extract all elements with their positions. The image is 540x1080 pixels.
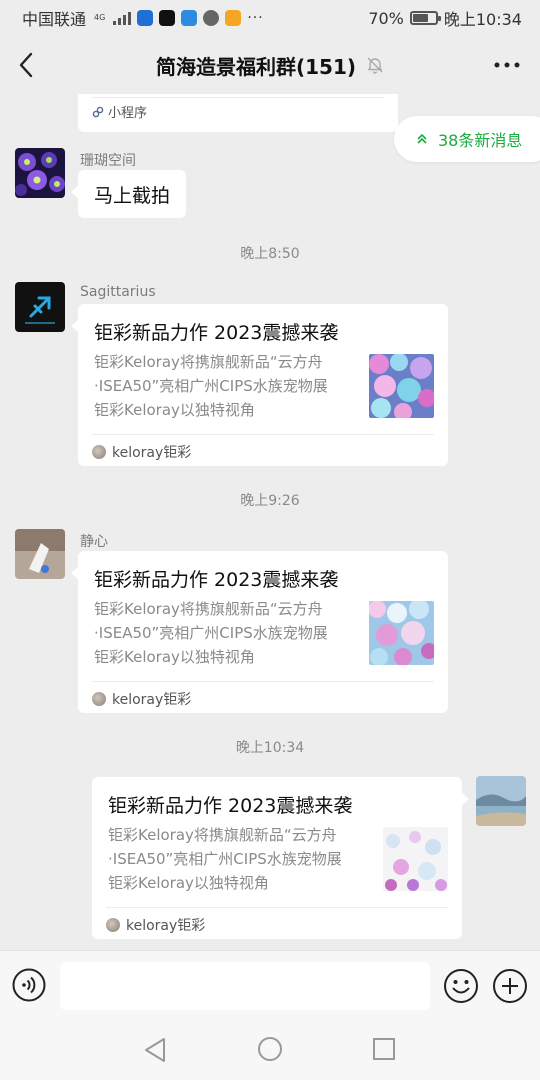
link-card-title: 钜彩新品力作 2023震撼来袭 xyxy=(94,322,339,344)
mini-program-label: 小程序 xyxy=(108,106,148,121)
link-card-description: 钜彩Keloray将携旗舰新品“云方舟 ·ISEA50”亮相广州CIPS水族宠物… xyxy=(108,823,376,895)
my-avatar[interactable] xyxy=(476,776,526,826)
chat-area[interactable]: 小程序 38条新消息 珊瑚空间 马上截拍 晚上8:50 Sagittarius … xyxy=(0,94,540,950)
circle-home-icon xyxy=(258,1037,282,1061)
back-button[interactable] xyxy=(12,50,40,80)
triangle-back-icon xyxy=(145,1038,165,1062)
new-messages-button[interactable]: 38条新消息 xyxy=(394,116,540,162)
status-bar: 中国联通 4G ··· 70% 晚上10:34 xyxy=(0,0,540,36)
card-divider xyxy=(106,907,448,908)
link-card-title: 钜彩新品力作 2023震撼来袭 xyxy=(108,795,353,817)
description-line: ·ISEA50”亮相广州CIPS水族宠物展 xyxy=(94,377,328,395)
bell-muted-icon xyxy=(367,57,383,74)
link-card-source: keloray钜彩 xyxy=(106,915,205,935)
description-line: 钜彩Keloray将携旗舰新品“云方舟 xyxy=(108,826,337,844)
link-card[interactable]: 钜彩新品力作 2023震撼来袭 钜彩Keloray将携旗舰新品“云方舟 ·ISE… xyxy=(71,304,448,466)
message-text: 马上截拍 xyxy=(94,184,171,207)
more-notifications-icon: ··· xyxy=(247,10,264,26)
new-messages-label: 38条新消息 xyxy=(438,131,523,150)
sagittarius-avatar-image xyxy=(15,282,65,332)
title-wrap: 简海造景福利群(151) xyxy=(156,51,384,80)
message-input[interactable] xyxy=(60,962,430,1010)
clock: 晚上10:34 xyxy=(443,10,522,29)
double-chevron-up-icon xyxy=(417,133,427,144)
square-recent-icon xyxy=(373,1038,395,1060)
status-left: 中国联通 4G ··· xyxy=(22,6,264,30)
description-line: 钜彩Keloray将携旗舰新品“云方舟 xyxy=(94,353,323,371)
emoji-button[interactable] xyxy=(443,968,479,1004)
link-card-description: 钜彩Keloray将携旗舰新品“云方舟 ·ISEA50”亮相广州CIPS水族宠物… xyxy=(94,597,362,669)
timestamp: 晚上10:34 xyxy=(235,740,305,756)
avatar[interactable] xyxy=(15,529,65,579)
description-line: 钜彩Keloray以独特视角 xyxy=(94,648,255,666)
timestamp: 晚上8:50 xyxy=(240,246,300,262)
timestamp: 晚上9:26 xyxy=(240,493,300,509)
cloud-app-icon xyxy=(181,10,198,26)
battery-percent: 70% xyxy=(368,8,404,28)
source-name: keloray钜彩 xyxy=(112,445,192,461)
beach-avatar-image xyxy=(476,776,526,826)
globe-app-icon xyxy=(203,10,220,26)
link-card-thumbnail xyxy=(383,827,448,891)
sender-name: 静心 xyxy=(80,534,108,550)
nav-home-button[interactable] xyxy=(257,1036,283,1062)
nav-back-button[interactable] xyxy=(142,1036,168,1064)
mini-program-label-row: 小程序 xyxy=(92,102,147,121)
carrier-label: 中国联通 xyxy=(22,10,87,29)
input-bar xyxy=(0,950,540,1020)
mini-program-card[interactable]: 小程序 xyxy=(78,94,398,132)
taobao-app-icon xyxy=(225,10,242,26)
source-logo-icon xyxy=(106,918,120,932)
more-dots-icon xyxy=(494,62,520,68)
system-nav-bar xyxy=(0,1020,540,1080)
link-card-thumbnail xyxy=(369,354,434,418)
description-line: 钜彩Keloray将携旗舰新品“云方舟 xyxy=(94,600,323,618)
chevron-left-icon xyxy=(19,52,33,78)
shield-app-icon xyxy=(137,10,154,26)
status-right: 70% 晚上10:34 xyxy=(368,6,522,30)
coral-avatar-image xyxy=(15,148,65,198)
card-divider xyxy=(92,681,434,682)
chat-title: 简海造景福利群(151) xyxy=(155,54,357,79)
text-message-bubble[interactable]: 马上截拍 xyxy=(70,170,187,218)
source-logo-icon xyxy=(92,445,106,459)
source-logo-icon xyxy=(92,692,106,706)
signal-icon xyxy=(113,11,132,25)
source-name: keloray钜彩 xyxy=(112,692,192,708)
description-line: 钜彩Keloray以独特视角 xyxy=(94,401,255,419)
card-divider xyxy=(92,97,384,98)
jingxin-avatar-image xyxy=(15,529,65,579)
source-name: keloray钜彩 xyxy=(126,918,206,934)
voice-icon xyxy=(12,968,46,1002)
link-card-source: keloray钜彩 xyxy=(92,689,191,709)
description-line: ·ISEA50”亮相广州CIPS水族宠物展 xyxy=(108,850,342,868)
network-type: 4G xyxy=(94,13,106,22)
chat-header: 简海造景福利群(151) xyxy=(0,36,540,94)
mini-program-icon xyxy=(92,106,104,117)
link-card-thumbnail xyxy=(369,601,434,665)
card-divider xyxy=(92,434,434,435)
avatar[interactable] xyxy=(15,148,65,198)
link-card-title: 钜彩新品力作 2023震撼来袭 xyxy=(94,569,339,591)
sender-name: Sagittarius xyxy=(80,284,156,300)
more-button[interactable] xyxy=(492,54,522,76)
nav-recent-button[interactable] xyxy=(372,1037,396,1061)
tiktok-app-icon xyxy=(159,10,176,26)
link-card[interactable]: 钜彩新品力作 2023震撼来袭 钜彩Keloray将携旗舰新品“云方舟 ·ISE… xyxy=(71,551,448,713)
voice-button[interactable] xyxy=(12,968,46,1002)
plus-icon xyxy=(493,969,527,1003)
more-functions-button[interactable] xyxy=(492,968,528,1004)
link-card-source: keloray钜彩 xyxy=(92,442,191,462)
battery-icon xyxy=(409,11,441,25)
link-card[interactable]: 钜彩新品力作 2023震撼来袭 钜彩Keloray将携旗舰新品“云方舟 ·ISE… xyxy=(92,777,469,939)
avatar[interactable] xyxy=(15,282,65,332)
sender-name: 珊瑚空间 xyxy=(80,153,136,169)
link-card-description: 钜彩Keloray将携旗舰新品“云方舟 ·ISEA50”亮相广州CIPS水族宠物… xyxy=(94,350,362,422)
emoji-icon xyxy=(444,969,478,1003)
description-line: ·ISEA50”亮相广州CIPS水族宠物展 xyxy=(94,624,328,642)
description-line: 钜彩Keloray以独特视角 xyxy=(108,874,269,892)
